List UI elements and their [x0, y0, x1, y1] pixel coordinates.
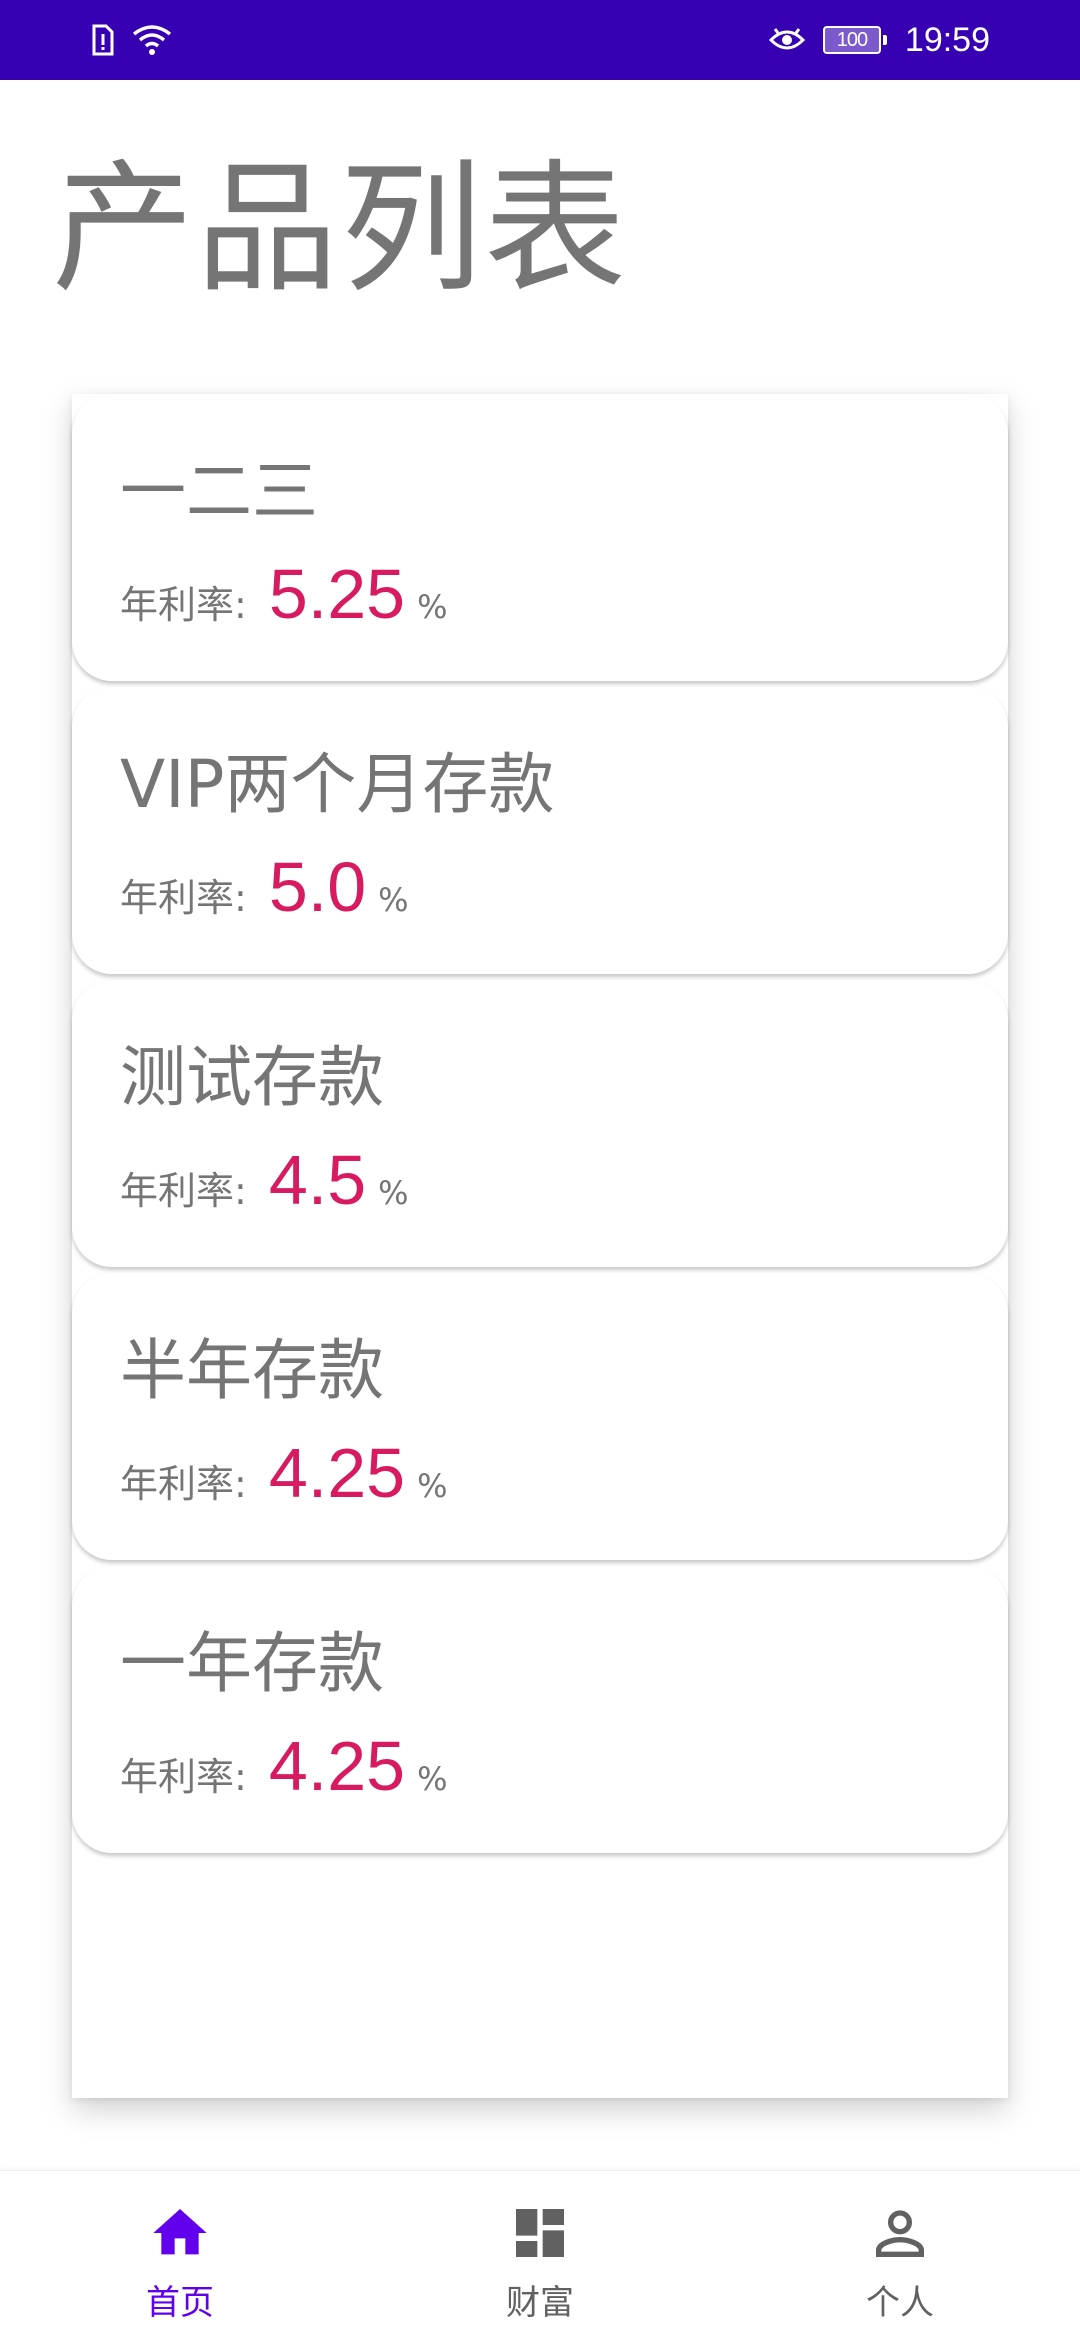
- nav-item-home[interactable]: 首页: [0, 2171, 360, 2341]
- rate-row: 年利率: 5.0 %: [120, 847, 409, 927]
- product-name: 一年存款: [120, 1625, 384, 1702]
- product-card[interactable]: 一年存款 年利率: 4.25 %: [72, 1566, 1008, 1853]
- person-icon: [876, 2210, 924, 2257]
- product-name: 测试存款: [120, 1039, 384, 1116]
- status-right: 100 19:59: [768, 20, 990, 60]
- rate-row: 年利率: 4.5 %: [120, 1140, 409, 1220]
- bottom-navigation: 首页 财富 个人: [0, 2170, 1080, 2341]
- rate-row: 年利率: 4.25 %: [120, 1433, 447, 1513]
- status-time: 19:59: [904, 20, 990, 59]
- battery-icon: 100: [822, 26, 887, 54]
- wifi-icon: [132, 25, 172, 55]
- nav-label-profile: 个人: [866, 2283, 934, 2323]
- rate-value: 5.25: [268, 555, 406, 633]
- rate-label: 年利率:: [120, 583, 247, 627]
- nav-label-wealth: 财富: [506, 2283, 574, 2323]
- product-card[interactable]: 一二三 年利率: 5.25 %: [72, 394, 1008, 681]
- product-card[interactable]: VIP两个月存款 年利率: 5.0 %: [72, 687, 1008, 974]
- status-bar: 100 19:59: [0, 0, 1080, 80]
- rate-label: 年利率:: [120, 876, 247, 920]
- rate-label: 年利率:: [120, 1755, 247, 1799]
- product-card[interactable]: 测试存款 年利率: 4.5 %: [72, 980, 1008, 1267]
- rate-unit: %: [378, 1174, 409, 1212]
- rate-value: 4.25: [268, 1727, 406, 1805]
- nav-item-wealth[interactable]: 财富: [360, 2171, 720, 2341]
- sim-alert-icon: [92, 24, 114, 56]
- product-name: 一二三: [120, 453, 318, 530]
- rate-row: 年利率: 4.25 %: [120, 1726, 447, 1806]
- rate-unit: %: [417, 1467, 448, 1505]
- battery-level: 100: [822, 26, 881, 54]
- rate-value: 5.0: [268, 848, 367, 926]
- battery-tip: [882, 35, 887, 45]
- rate-value: 4.25: [268, 1434, 406, 1512]
- eye-icon: [768, 28, 805, 50]
- rate-label: 年利率:: [120, 1169, 247, 1213]
- status-left: [90, 24, 172, 56]
- rate-unit: %: [417, 588, 448, 626]
- nav-item-profile[interactable]: 个人: [720, 2171, 1080, 2341]
- product-list[interactable]: 一二三 年利率: 5.25 % VIP两个月存款 年利率: 5.0 % 测试存款…: [72, 394, 1008, 2098]
- rate-unit: %: [378, 881, 409, 919]
- rate-label: 年利率:: [120, 1462, 247, 1506]
- product-name: VIP两个月存款: [120, 746, 555, 823]
- rate-row: 年利率: 5.25 %: [120, 554, 447, 634]
- home-icon: [153, 2209, 207, 2255]
- product-card[interactable]: 半年存款 年利率: 4.25 %: [72, 1273, 1008, 1560]
- product-name: 半年存款: [120, 1332, 384, 1409]
- rate-value: 4.5: [268, 1141, 367, 1219]
- nav-label-home: 首页: [146, 2283, 214, 2323]
- dashboard-icon: [516, 2209, 564, 2257]
- rate-unit: %: [417, 1760, 448, 1798]
- page-title: 产品列表: [52, 147, 628, 312]
